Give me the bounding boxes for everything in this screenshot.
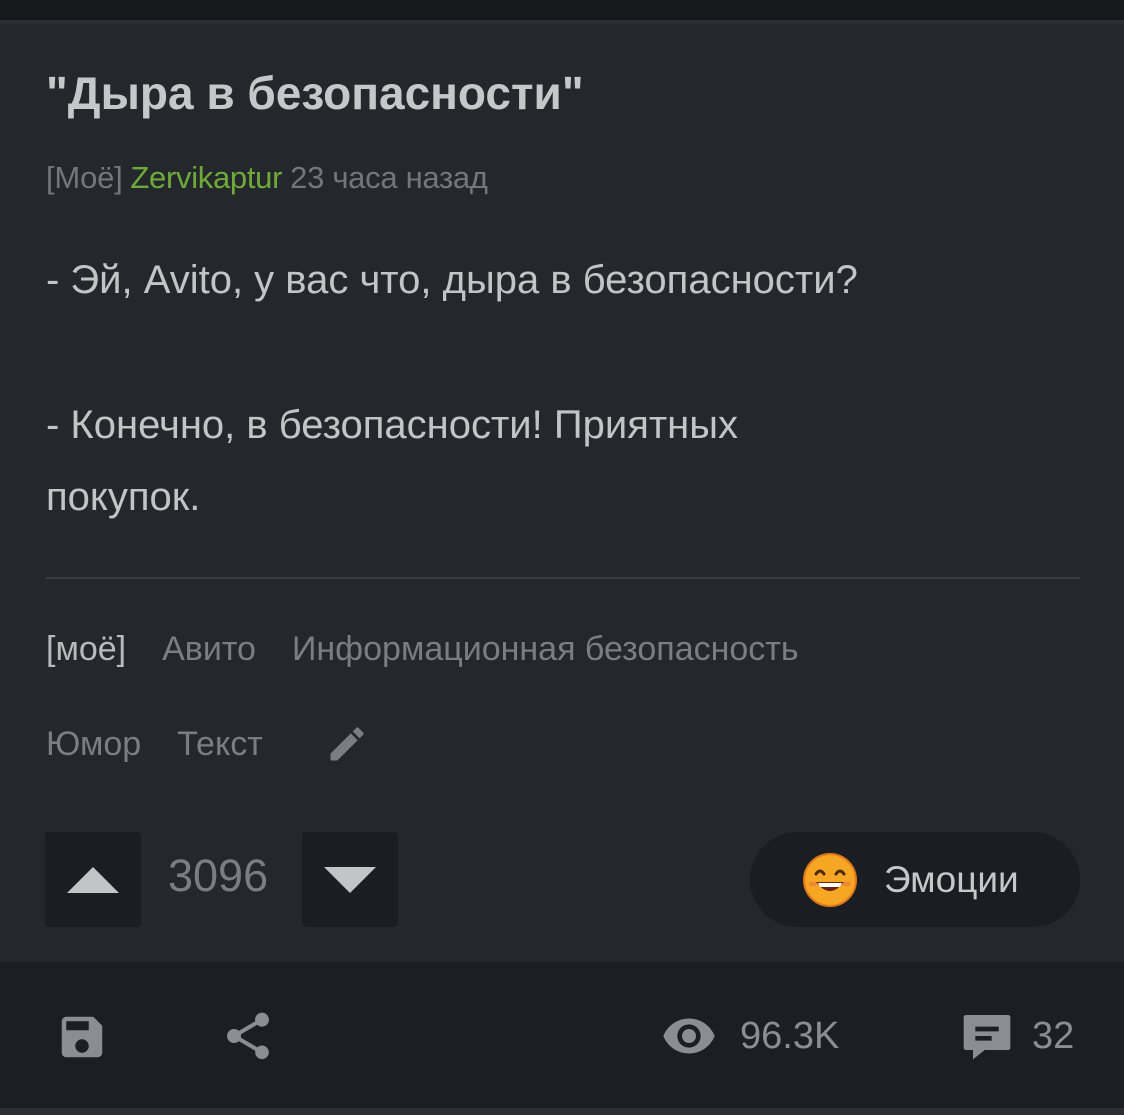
bottom-action-bar: [0, 962, 1124, 1110]
share-icon: [227, 1012, 269, 1060]
emotions-button[interactable]: Эмоции: [750, 832, 1080, 927]
arrow-down-icon: [324, 866, 376, 893]
views-count: 96.3K: [740, 1014, 840, 1057]
tags-row: Юмор Текст: [46, 722, 369, 766]
post-title[interactable]: "Дыра в безопасности": [46, 66, 584, 120]
share-button[interactable]: [220, 1008, 276, 1064]
post-time: 23 часа назад: [290, 160, 488, 195]
tags-row: [моё] Авито Информационная безопасность: [46, 630, 835, 669]
views-counter: 96.3K: [658, 1008, 839, 1064]
bottom-separator: [0, 1108, 1124, 1115]
eye-icon: [663, 1018, 715, 1054]
emoji-face-icon: [803, 852, 857, 907]
save-icon: [61, 1016, 103, 1058]
tag-text[interactable]: Текст: [177, 725, 263, 764]
post-meta: [Моё] Zervikaptur 23 часа назад: [46, 160, 496, 196]
post-body-line: - Конечно, в безопасности! Приятных: [46, 403, 739, 447]
save-button[interactable]: [55, 1010, 109, 1064]
emotions-label: Эмоции: [884, 858, 1019, 900]
vote-score: 3096: [168, 850, 269, 901]
comment-icon: [963, 1015, 1011, 1060]
arrow-up-icon: [67, 866, 119, 893]
comments-button[interactable]: 32: [958, 1008, 1074, 1064]
comments-count: 32: [1032, 1014, 1075, 1057]
tag-avito[interactable]: Авито: [162, 630, 256, 669]
downvote-button[interactable]: [302, 832, 398, 927]
divider: [46, 577, 1080, 579]
post-body-line: покупок.: [46, 475, 201, 519]
upvote-button[interactable]: [45, 832, 141, 927]
top-bar: [0, 0, 1124, 20]
tag-moe[interactable]: [моё]: [46, 630, 126, 669]
post-body-line: - Эй, Avito, у вас что, дыра в безопасно…: [46, 258, 858, 302]
community-label[interactable]: [Моё]: [46, 160, 123, 195]
tag-infosec[interactable]: Информационная безопасность: [292, 630, 799, 669]
author-link[interactable]: Zervikaptur: [130, 160, 282, 195]
pencil-icon[interactable]: [325, 722, 369, 766]
tag-humor[interactable]: Юмор: [46, 725, 141, 764]
